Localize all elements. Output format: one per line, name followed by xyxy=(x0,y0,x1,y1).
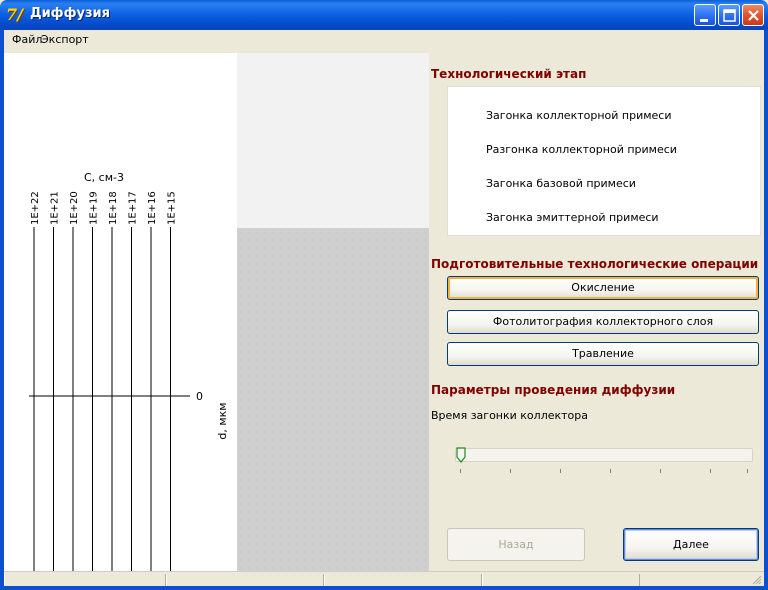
slider-tick xyxy=(610,469,611,473)
maximize-button[interactable] xyxy=(718,4,740,26)
concentration-tick-label: 1E+18 xyxy=(108,191,119,225)
concentration-tick-label: 1E+15 xyxy=(167,191,178,225)
app-icon: 7/ xyxy=(6,5,23,24)
minimize-icon xyxy=(700,19,708,22)
time-label: Время загонки коллектора xyxy=(431,409,588,422)
profile-axes: 1E+22 1E+21 1E+20 1E+19 1E+18 1E+17 1E+16 1E+15… xyxy=(29,171,229,571)
title-bar: 7/ Диффузия xyxy=(0,0,768,30)
slider-tick xyxy=(460,469,461,473)
close-icon xyxy=(748,10,759,21)
canvas-bottom xyxy=(237,228,429,571)
stage-item[interactable]: Разгонка коллекторной примеси xyxy=(486,143,677,156)
oxidation-button[interactable]: Окисление xyxy=(447,276,759,300)
window-frame-bottom xyxy=(0,586,768,590)
status-cell xyxy=(324,574,482,586)
concentration-tick-label: 1E+17 xyxy=(128,191,139,225)
depth-zero-label: 0 xyxy=(196,390,203,403)
concentration-label: C, см-3 xyxy=(84,171,124,184)
stage-item[interactable]: Загонка базовой примеси xyxy=(486,177,636,190)
concentration-tick-label: 1E+22 xyxy=(30,191,41,225)
menu-file[interactable]: Файл xyxy=(12,33,42,46)
etching-button[interactable]: Травление xyxy=(447,342,759,366)
status-cell xyxy=(166,574,324,586)
menu-export[interactable]: Экспорт xyxy=(41,33,89,46)
stage-title: Технологический этап xyxy=(431,67,587,81)
back-button[interactable]: Назад xyxy=(447,528,585,561)
resize-grip-icon[interactable] xyxy=(752,575,762,585)
status-cell xyxy=(482,574,640,586)
next-button[interactable]: Далее xyxy=(623,528,759,561)
minimize-button[interactable] xyxy=(694,4,716,26)
stage-item[interactable]: Загонка коллекторной примеси xyxy=(486,109,672,122)
window-frame-right xyxy=(764,30,768,590)
time-slider-track[interactable] xyxy=(455,448,753,462)
maximize-icon xyxy=(723,9,736,22)
slider-tick xyxy=(560,469,561,473)
concentration-tick-label: 1E+21 xyxy=(50,191,61,225)
prep-title: Подготовительные технологические операци… xyxy=(431,257,759,271)
photolithography-button[interactable]: Фотолитография коллекторного слоя xyxy=(447,310,759,334)
control-panel: Технологический этап Загонка коллекторно… xyxy=(429,53,764,571)
slider-tick xyxy=(710,469,711,473)
concentration-tick-label: 1E+19 xyxy=(89,191,100,225)
concentration-tick-label: 1E+16 xyxy=(147,191,158,225)
slider-tick xyxy=(747,469,748,473)
slider-tick xyxy=(510,469,511,473)
menu-bar: Файл Экспорт xyxy=(0,30,768,50)
status-cell xyxy=(4,574,166,586)
diffusion-plot: 1E+22 1E+21 1E+20 1E+19 1E+18 1E+17 1E+16 1E+15… xyxy=(4,53,237,571)
close-button[interactable] xyxy=(742,4,764,26)
canvas-top xyxy=(237,53,429,228)
slider-tick xyxy=(660,469,661,473)
concentration-tick-label: 1E+20 xyxy=(69,191,80,225)
status-bar xyxy=(4,571,764,586)
stage-list[interactable]: Загонка коллекторной примеси Разгонка ко… xyxy=(447,86,761,236)
window-title: Диффузия xyxy=(30,6,110,21)
stage-item[interactable]: Загонка эмиттерной примеси xyxy=(486,211,659,224)
params-title: Параметры проведения диффузии xyxy=(431,383,676,397)
depth-axis-label: d, мкм xyxy=(216,402,229,439)
time-slider-thumb[interactable] xyxy=(456,447,466,463)
